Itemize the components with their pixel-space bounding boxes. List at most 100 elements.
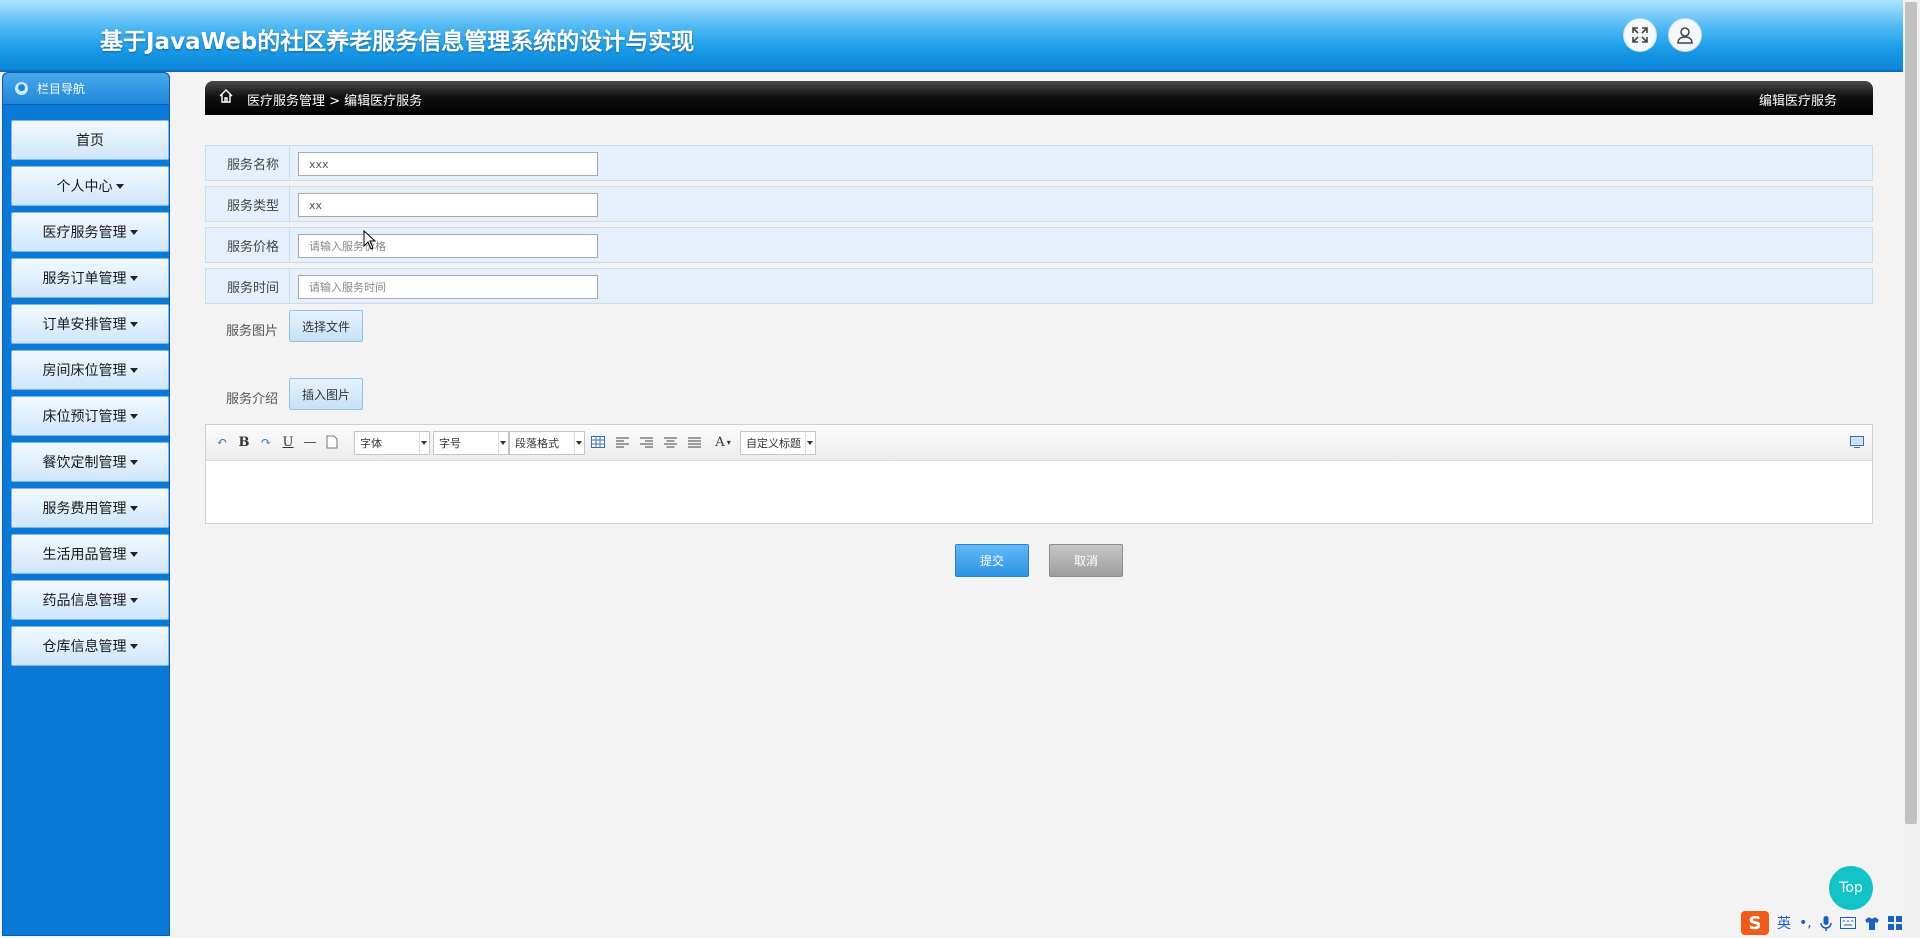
undo-icon[interactable]: ↶: [214, 434, 230, 450]
back-to-top-button[interactable]: Top: [1829, 866, 1873, 910]
sidebar-item-10[interactable]: 药品信息管理: [11, 580, 169, 620]
paragraph-format-select[interactable]: 段落格式: [509, 431, 585, 455]
font-size-value: 字号: [439, 437, 461, 450]
rich-text-editor: ↶ B ↷ U 字体 字号 段落格式 A ▾ 自定义标题: [205, 424, 1873, 524]
document-icon[interactable]: [324, 434, 340, 450]
home-icon[interactable]: [218, 88, 234, 104]
breadcrumb-path: 医疗服务管理 > 编辑医疗服务: [247, 94, 423, 109]
form-row-price: 服务价格: [205, 227, 1873, 263]
service-type-input[interactable]: [298, 193, 598, 217]
sidebar-item-3[interactable]: 服务订单管理: [11, 258, 169, 298]
sidebar: ● 栏目导航 首页个人中心医疗服务管理 服务订单管理 订单安排管理 房间床位管理 床位预…: [2, 72, 170, 936]
cancel-button[interactable]: 取消: [1049, 544, 1123, 577]
ime-language[interactable]: 英: [1777, 913, 1791, 933]
align-right-icon[interactable]: [638, 434, 654, 450]
sidebar-item-11[interactable]: 仓库信息管理: [11, 626, 169, 666]
caret-down-icon: [129, 322, 138, 327]
custom-heading-select[interactable]: 自定义标题: [740, 431, 816, 455]
app-header: 基于JavaWeb的社区养老服务信息管理系统的设计与实现: [0, 0, 1903, 72]
caret-down-icon: [129, 460, 138, 465]
breadcrumb: 医疗服务管理 > 编辑医疗服务 编辑医疗服务: [205, 81, 1873, 115]
horizontal-rule-icon[interactable]: [302, 434, 318, 450]
choose-file-button[interactable]: 选择文件: [289, 310, 364, 342]
caret-down-icon: [129, 414, 138, 419]
user-menu-button[interactable]: [1668, 18, 1702, 52]
service-name-input[interactable]: [298, 152, 598, 176]
punctuation-icon[interactable]: •,: [1799, 915, 1812, 931]
sidebar-item-label: 床位预订管理: [42, 409, 127, 425]
service-image-label: 服务图片: [226, 324, 279, 339]
form-row-type: 服务类型: [205, 186, 1873, 222]
editor-content-area[interactable]: [206, 461, 1872, 523]
skin-shirt-icon[interactable]: [1864, 916, 1880, 930]
microphone-icon[interactable]: [1819, 915, 1832, 931]
align-justify-icon[interactable]: [686, 434, 702, 450]
caret-down-icon: [129, 552, 138, 557]
sidebar-header: ● 栏目导航: [3, 73, 169, 105]
page-title: 编辑医疗服务: [1758, 94, 1837, 109]
form-row-time: 服务时间: [205, 268, 1873, 304]
sidebar-item-6[interactable]: 床位预订管理: [11, 396, 169, 436]
insert-image-button[interactable]: 插入图片: [289, 378, 364, 410]
mouse-cursor-icon: [363, 230, 377, 250]
sidebar-item-2[interactable]: 医疗服务管理: [11, 212, 169, 252]
service-time-input[interactable]: [298, 275, 598, 299]
caret-down-icon: [129, 276, 138, 281]
bold-icon[interactable]: B: [236, 434, 252, 450]
user-icon: [1677, 27, 1693, 44]
sidebar-item-label: 服务订单管理: [42, 271, 127, 287]
service-name-label: 服务名称: [206, 146, 290, 180]
expand-icon: [1632, 27, 1648, 43]
caret-down-icon: [129, 506, 138, 511]
service-type-label: 服务类型: [206, 187, 290, 221]
sidebar-item-label: 服务费用管理: [42, 501, 127, 517]
app-title: 基于JavaWeb的社区养老服务信息管理系统的设计与实现: [100, 29, 695, 55]
underline-icon[interactable]: U: [280, 434, 296, 450]
caret-down-icon: [129, 598, 138, 603]
sidebar-item-9[interactable]: 生活用品管理: [11, 534, 169, 574]
sidebar-item-7[interactable]: 餐饮定制管理: [11, 442, 169, 482]
sidebar-item-label: 房间床位管理: [42, 363, 127, 379]
sidebar-item-8[interactable]: 服务费用管理: [11, 488, 169, 528]
align-center-icon[interactable]: [662, 434, 678, 450]
service-time-label: 服务时间: [206, 269, 290, 303]
sidebar-item-label: 首页: [76, 133, 104, 149]
vertical-scrollbar[interactable]: [1903, 0, 1920, 938]
caret-down-icon: [129, 230, 138, 235]
sidebar-item-label: 医疗服务管理: [42, 225, 127, 241]
table-icon[interactable]: [590, 434, 606, 450]
service-price-input[interactable]: [298, 234, 598, 258]
sidebar-title: 栏目导航: [37, 82, 86, 96]
keyboard-icon[interactable]: [1839, 917, 1856, 929]
service-price-label: 服务价格: [206, 228, 290, 262]
sidebar-item-label: 生活用品管理: [42, 547, 127, 563]
ime-toolbar: S 英 •,: [1741, 910, 1902, 936]
sidebar-item-label: 药品信息管理: [42, 593, 127, 609]
sidebar-item-label: 个人中心: [56, 179, 113, 195]
font-size-select[interactable]: 字号: [433, 431, 509, 455]
custom-heading-value: 自定义标题: [746, 437, 801, 450]
scrollbar-thumb[interactable]: [1905, 2, 1917, 824]
sidebar-item-1[interactable]: 个人中心: [11, 166, 169, 206]
font-color-icon[interactable]: A ▾: [710, 434, 736, 450]
sidebar-item-label: 仓库信息管理: [42, 639, 127, 655]
caret-down-icon: [129, 644, 138, 649]
align-left-icon[interactable]: [614, 434, 630, 450]
caret-down-icon: [115, 184, 124, 189]
sidebar-item-0[interactable]: 首页: [11, 120, 169, 160]
sidebar-item-label: 餐饮定制管理: [42, 455, 127, 471]
source-view-icon[interactable]: [1849, 434, 1865, 450]
nav-circle-icon: ●: [15, 82, 28, 95]
redo-icon[interactable]: ↷: [258, 434, 274, 450]
submit-button[interactable]: 提交: [955, 544, 1029, 577]
paragraph-format-value: 段落格式: [515, 437, 559, 450]
caret-down-icon: [129, 368, 138, 373]
sidebar-item-4[interactable]: 订单安排管理: [11, 304, 169, 344]
font-family-select[interactable]: 字体: [354, 431, 430, 455]
toolbox-grid-icon[interactable]: [1887, 916, 1902, 930]
sidebar-item-5[interactable]: 房间床位管理: [11, 350, 169, 390]
sidebar-item-label: 订单安排管理: [42, 317, 127, 333]
sogou-logo-icon[interactable]: S: [1741, 911, 1769, 935]
service-intro-label: 服务介绍: [226, 392, 279, 407]
fullscreen-button[interactable]: [1623, 18, 1657, 52]
